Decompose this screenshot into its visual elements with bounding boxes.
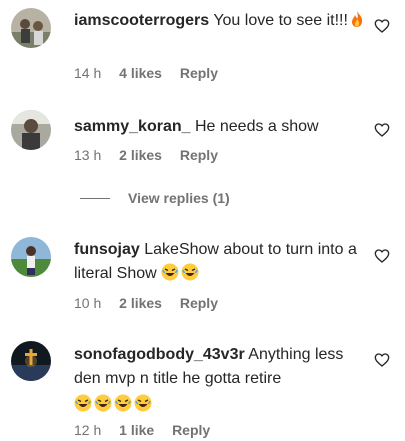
reply-button[interactable]: Reply [172,422,210,438]
likes-count[interactable]: 1 like [119,422,154,438]
comment-body: funsojay LakeShow about to turn into a l… [74,238,370,286]
avatar[interactable] [11,110,51,150]
timestamp: 14 h [74,65,102,81]
fire-emoji-icon [351,11,363,27]
reply-button[interactable]: Reply [180,65,218,81]
likes-count[interactable]: 4 likes [119,65,162,81]
laughing-emoji-icon [161,263,179,281]
avatar[interactable] [11,8,51,48]
reply-button[interactable]: Reply [180,147,218,163]
comment-text: You love to see it!!! [213,12,348,29]
laughing-emoji-icon [94,394,112,412]
timestamp: 12 h [74,422,102,438]
view-replies-label: View replies (1) [128,190,230,206]
timestamp: 10 h [74,295,102,311]
comment-body: sammy_koran_ He needs a show [74,115,370,139]
heart-icon[interactable] [374,122,390,138]
comment-meta: 10 h 2 likes Reply [74,295,232,311]
avatar[interactable] [11,237,51,277]
timestamp: 13 h [74,147,102,163]
username[interactable]: iamscooterrogers [74,12,209,29]
comment-body: iamscooterrogers You love to see it!!! [74,9,370,33]
laughing-emoji-icon [181,263,199,281]
likes-count[interactable]: 2 likes [119,147,162,163]
heart-icon[interactable] [374,352,390,368]
username[interactable]: sammy_koran_ [74,118,191,135]
reply-button[interactable]: Reply [180,295,218,311]
replies-divider [80,197,110,199]
comment-meta: 14 h 4 likes Reply [74,65,232,81]
comment-text: He needs a show [194,118,319,135]
laughing-emoji-icon [134,394,152,412]
avatar[interactable] [11,341,51,381]
heart-icon[interactable] [374,248,390,264]
comment-body: sonofagodbody_43v3r Anything less den mv… [74,343,370,417]
username[interactable]: funsojay [74,241,140,258]
comment-meta: 13 h 2 likes Reply [74,147,232,163]
view-replies-button[interactable]: View replies (1) [80,190,230,206]
likes-count[interactable]: 2 likes [119,295,162,311]
laughing-emoji-icon [114,394,132,412]
comment-meta: 12 h 1 like Reply [74,422,224,438]
laughing-emoji-icon [74,394,92,412]
username[interactable]: sonofagodbody_43v3r [74,346,245,363]
heart-icon[interactable] [374,18,390,34]
